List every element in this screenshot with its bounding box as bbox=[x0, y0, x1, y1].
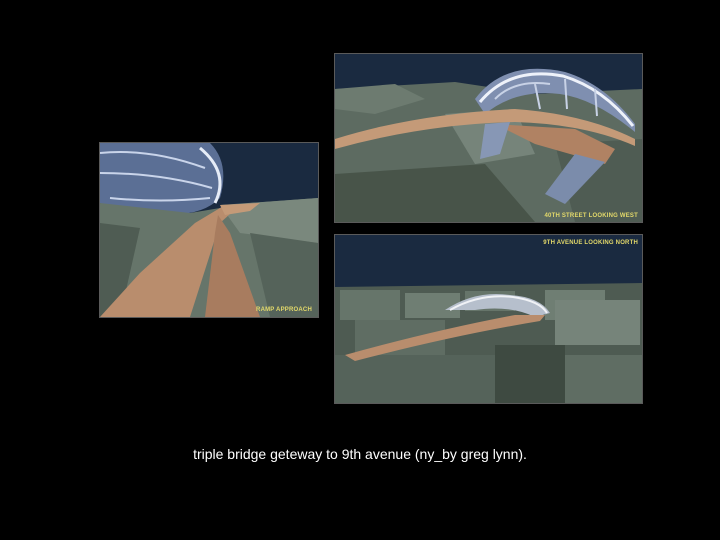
ramp-approach-render bbox=[100, 143, 318, 317]
ramp-approach-label: RAMP APPROACH bbox=[256, 307, 312, 313]
40th-street-image: 40TH STREET LOOKING WEST bbox=[334, 53, 643, 223]
9th-avenue-image: 9TH AVENUE LOOKING NORTH bbox=[334, 234, 643, 404]
slide-caption: triple bridge geteway to 9th avenue (ny_… bbox=[193, 446, 527, 462]
9th-avenue-render bbox=[335, 235, 642, 403]
40th-street-label: 40TH STREET LOOKING WEST bbox=[544, 213, 638, 219]
ramp-approach-image: RAMP APPROACH bbox=[99, 142, 319, 318]
9th-avenue-label: 9TH AVENUE LOOKING NORTH bbox=[543, 240, 638, 246]
40th-street-render bbox=[335, 54, 642, 222]
